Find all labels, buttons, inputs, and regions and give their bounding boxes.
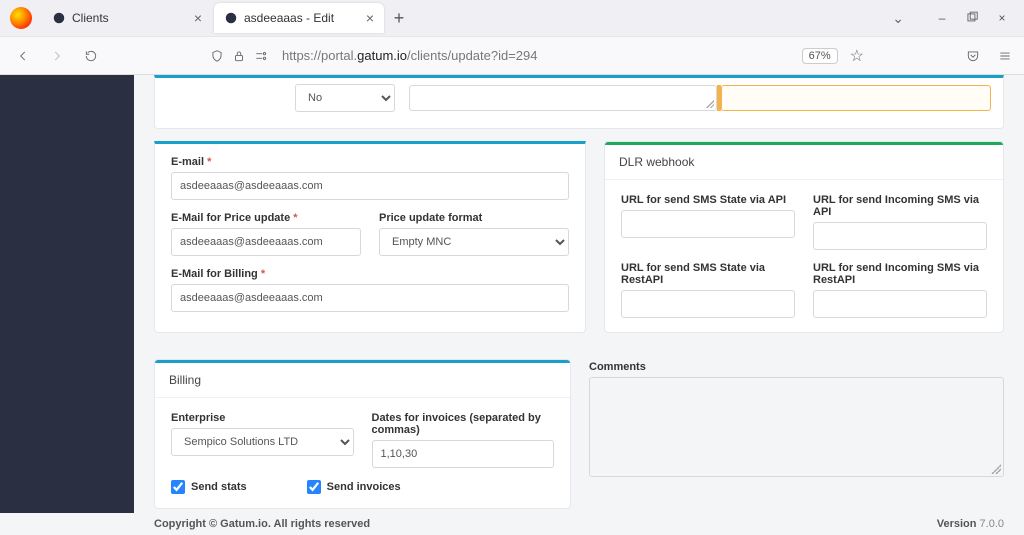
dlr-url-incoming-restapi[interactable] [813, 290, 987, 318]
dlr-url-sms-restapi[interactable] [621, 290, 795, 318]
billing-email-field[interactable] [171, 284, 569, 312]
shield-icon[interactable] [210, 49, 224, 63]
sidebar [0, 75, 134, 513]
close-icon[interactable]: × [366, 10, 374, 26]
send-invoices-label: Send invoices [327, 481, 401, 493]
price-email-field[interactable] [171, 228, 361, 256]
dlr-url-sms-api[interactable] [621, 210, 795, 238]
url-prefix: https://portal. [282, 48, 357, 63]
email-label: E-mail * [171, 156, 569, 168]
bookmark-icon[interactable]: ☆ [846, 46, 868, 66]
price-email-label: E-Mail for Price update * [171, 212, 361, 224]
comments-label: Comments [589, 361, 1004, 373]
dates-field[interactable] [372, 440, 555, 468]
dlr-l3: URL for send SMS State via RestAPI [621, 262, 795, 286]
send-stats-label: Send stats [191, 481, 247, 493]
nav-forward-button [44, 43, 70, 69]
orange-panel [721, 85, 991, 111]
tab-favicon-icon [52, 11, 66, 25]
dates-label: Dates for invoices (separated by commas) [372, 412, 555, 436]
send-invoices-input[interactable] [307, 480, 321, 494]
version: Version 7.0.0 [937, 518, 1004, 530]
enterprise-select[interactable]: Sempico Solutions LTD [171, 428, 354, 456]
send-invoices-checkbox[interactable]: Send invoices [307, 480, 401, 494]
tab-label: asdeeaaas - Edit [244, 11, 354, 25]
price-format-select[interactable]: Empty MNC [379, 228, 569, 256]
send-stats-checkbox[interactable]: Send stats [171, 480, 247, 494]
maximize-icon[interactable] [964, 10, 980, 26]
top-select[interactable]: No [295, 84, 395, 112]
tabs-dropdown-icon[interactable]: ⌄ [892, 10, 904, 27]
enterprise-label: Enterprise [171, 412, 354, 424]
price-format-label: Price update format [379, 212, 569, 224]
dlr-l1: URL for send SMS State via API [621, 194, 795, 206]
send-stats-input[interactable] [171, 480, 185, 494]
permissions-icon[interactable] [254, 49, 268, 63]
top-textarea[interactable] [409, 85, 717, 111]
url-domain: gatum.io [357, 48, 407, 63]
billing-title: Billing [155, 363, 570, 398]
dlr-title: DLR webhook [605, 145, 1003, 180]
app-menu-icon[interactable] [996, 47, 1014, 65]
new-tab-button[interactable]: + [386, 5, 412, 31]
dlr-l4: URL for send Incoming SMS via RestAPI [813, 262, 987, 286]
firefox-logo [10, 7, 32, 29]
nav-back-button[interactable] [10, 43, 36, 69]
dlr-l2: URL for send Incoming SMS via API [813, 194, 987, 218]
tab-asdeeaaas-edit[interactable]: asdeeaaas - Edit × [214, 3, 384, 33]
url-path: /clients/update?id=294 [407, 48, 537, 63]
tab-label: Clients [72, 11, 182, 25]
zoom-badge[interactable]: 67% [802, 48, 838, 64]
minimize-icon[interactable]: – [934, 10, 950, 26]
address-bar[interactable]: https://portal.gatum.io/clients/update?i… [276, 48, 794, 63]
billing-email-label: E-Mail for Billing * [171, 268, 569, 280]
close-window-icon[interactable]: × [994, 10, 1010, 26]
comments-textarea[interactable] [589, 377, 1004, 477]
dlr-url-incoming-api[interactable] [813, 222, 987, 250]
copyright: Copyright © Gatum.io. All rights reserve… [154, 518, 370, 530]
reload-button[interactable] [78, 43, 104, 69]
lock-icon[interactable] [232, 49, 246, 63]
tab-clients[interactable]: Clients × [42, 3, 212, 33]
tab-favicon-icon [224, 11, 238, 25]
pocket-icon[interactable] [964, 47, 982, 65]
email-field[interactable] [171, 172, 569, 200]
close-icon[interactable]: × [194, 10, 202, 26]
